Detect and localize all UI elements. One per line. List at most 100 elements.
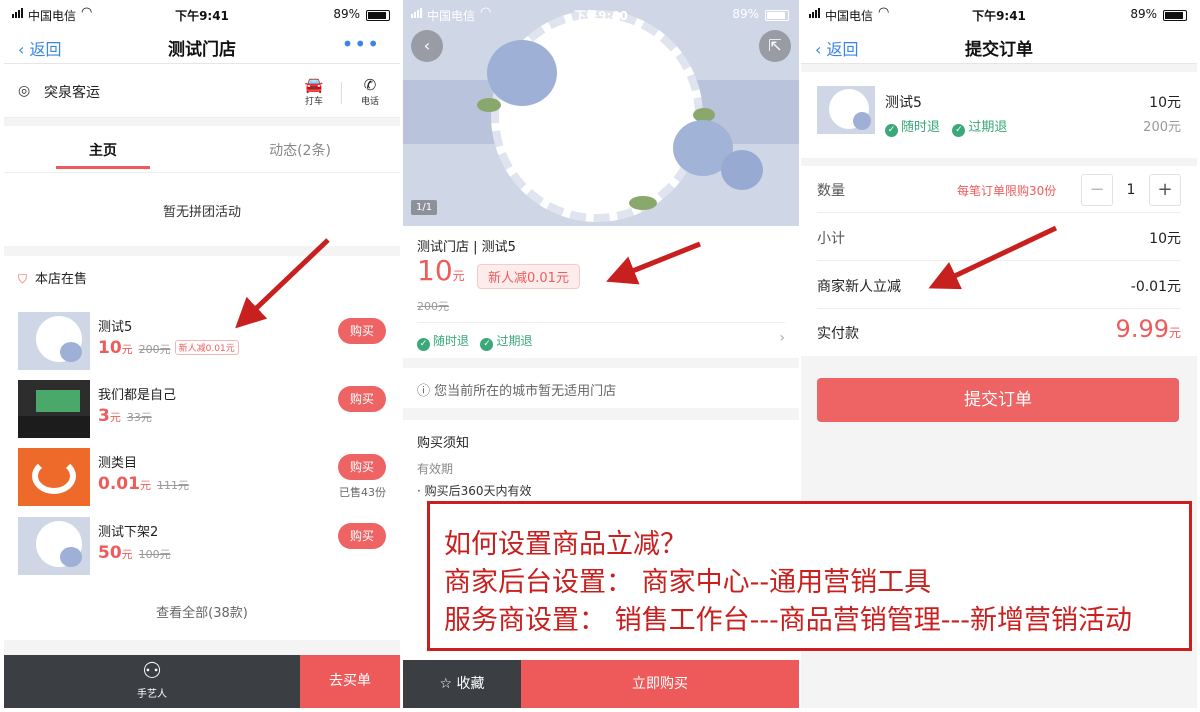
- quantity-label: 数量: [817, 183, 845, 199]
- battery-icon: [765, 10, 789, 21]
- annotation-box: 如何设置商品立减？ 商家后台设置： 商家中心--通用营销工具 服务商设置： 销售…: [427, 501, 1192, 651]
- original-price: 33元: [126, 411, 152, 424]
- product-price: 10元: [417, 254, 465, 287]
- chevron-right-icon[interactable]: ›: [779, 330, 785, 346]
- discount-label: 商家新人立减: [817, 279, 901, 295]
- page-title: 测试门店: [168, 40, 236, 60]
- artisan-label: 手艺人: [137, 689, 167, 700]
- product-price: 3元 33元: [98, 406, 152, 426]
- screenshot-collage: 中国电信 ◠ 下午9:41 89% ‹ 返回 测试门店 ••• ◎ 突泉客运 🚘…: [0, 0, 1200, 712]
- check-icon: ✓: [480, 338, 494, 351]
- annotation-question: 如何设置商品立减？: [444, 529, 687, 560]
- original-price: 200元: [417, 300, 449, 313]
- bottom-bar: ☆ 收藏 立即购买: [403, 660, 799, 708]
- item-price: 10元: [1149, 95, 1181, 111]
- nav-bar: ‹ 返回 提交订单: [801, 30, 1197, 64]
- decrease-button[interactable]: −: [1081, 174, 1113, 206]
- product-thumbnail: [817, 86, 875, 134]
- tab-activity[interactable]: 动态(2条): [230, 140, 370, 160]
- refund-tags[interactable]: ✓ 随时退 ✓ 过期退: [417, 332, 532, 351]
- product-thumbnail: [18, 380, 90, 438]
- tab-home[interactable]: 主页: [56, 140, 150, 160]
- original-price: 200元: [138, 343, 171, 356]
- product-name: 测试下架2: [98, 525, 159, 540]
- star-icon: ☆: [439, 676, 453, 692]
- quantity-row: 数量 每笔订单限购30份 − 1 +: [817, 166, 1181, 213]
- validity-title: 有效期: [417, 462, 454, 476]
- rose-decoration: [487, 40, 557, 106]
- more-icon[interactable]: •••: [342, 32, 380, 56]
- phone-icon: ✆: [363, 76, 377, 94]
- product-name: 我们都是自己: [98, 388, 177, 403]
- active-tab-indicator: [56, 166, 150, 169]
- check-icon: ✓: [417, 338, 430, 351]
- quantity-stepper: − 1 +: [1081, 174, 1181, 206]
- store-address[interactable]: 突泉客运: [44, 82, 100, 102]
- buy-button[interactable]: 购买: [338, 386, 386, 412]
- phone-label: 电话: [360, 97, 379, 107]
- products-on-sale-section: ⛉ 本店在售 测试5 10元 200元 新人减0.01元 购买 我们都是自己 3元 33…: [4, 256, 400, 640]
- bottom-bar: ⚇ 手艺人 去买单: [4, 655, 400, 708]
- product-image-carousel[interactable]: ‹ ⇱ 1/1: [403, 0, 799, 226]
- purchase-limit: 每笔订单限购30份: [957, 184, 1057, 198]
- no-group-buy-message: 暂无拼团活动: [4, 172, 400, 246]
- quantity-value[interactable]: 1: [1113, 174, 1149, 206]
- product-thumbnail: [18, 448, 90, 506]
- artisan-button[interactable]: ⚇ 手艺人: [4, 655, 300, 708]
- favorite-button[interactable]: ☆ 收藏: [403, 660, 521, 708]
- original-price: 111元: [156, 479, 189, 492]
- submit-order-button[interactable]: 提交订单: [817, 378, 1179, 422]
- validity-text: · 购买后360天内有效: [417, 484, 532, 498]
- annotation-merchant-setting: 商家后台设置： 商家中心--通用营销工具: [444, 567, 932, 598]
- buy-now-button[interactable]: 立即购买: [521, 660, 799, 708]
- buy-button[interactable]: 购买: [338, 523, 386, 549]
- store-page-screen: 中国电信 ◠ 下午9:41 89% ‹ 返回 测试门店 ••• ◎ 突泉客运 🚘…: [4, 0, 400, 708]
- product-price: 50元 100元: [98, 543, 171, 563]
- car-icon: 🚘: [304, 76, 324, 94]
- buy-button[interactable]: 购买: [338, 454, 386, 480]
- taxi-button[interactable]: 🚘 打车: [300, 76, 328, 107]
- subtotal-label: 小计: [817, 231, 845, 247]
- check-icon: ✓: [885, 124, 898, 137]
- product-name: 测类目: [98, 456, 138, 471]
- view-all-link[interactable]: 查看全部(38款): [4, 602, 400, 621]
- payment-row: 实付款 9.99元: [817, 309, 1181, 356]
- payment-label: 实付款: [817, 326, 859, 342]
- rose-decoration: [721, 150, 763, 190]
- share-icon[interactable]: ⇱: [759, 30, 791, 62]
- status-bar: 中国电信 ◠ 下午9:41 89%: [4, 0, 400, 30]
- subtotal-row: 小计 10元: [817, 214, 1181, 261]
- section-title: 本店在售: [35, 272, 88, 287]
- original-price: 100元: [138, 548, 171, 561]
- status-bar: 中国电信 ◠ 下午9:41 89%: [801, 0, 1197, 30]
- original-price: 200元: [1143, 120, 1181, 135]
- product-thumbnail: [18, 312, 90, 370]
- product-price: 10元 200元 新人减0.01元: [98, 338, 239, 358]
- divider: [341, 82, 342, 104]
- battery-icon: [1163, 10, 1187, 21]
- product-name: 测试5: [885, 95, 922, 111]
- back-circle-icon[interactable]: ‹: [411, 30, 443, 62]
- divider: [417, 322, 785, 323]
- increase-button[interactable]: +: [1149, 174, 1181, 206]
- new-user-discount-badge: 新人减0.01元: [174, 340, 239, 355]
- buy-button[interactable]: 购买: [338, 318, 386, 344]
- discount-row: 商家新人立减 -0.01元: [817, 262, 1181, 309]
- product-item[interactable]: 测试5 10元 200元 新人减0.01元 购买: [18, 312, 386, 372]
- nav-bar: ‹ 返回 测试门店 •••: [4, 30, 400, 64]
- product-item[interactable]: 测试下架2 50元 100元 购买: [18, 517, 386, 577]
- store-tabs: 主页 动态(2条): [4, 126, 400, 172]
- location-pin-icon: ◎: [18, 83, 31, 99]
- status-bar: 中国电信 ◠ 下午9:40 89%: [403, 0, 799, 30]
- user-icon: ⚇: [142, 659, 162, 684]
- battery-percent: 89%: [333, 7, 360, 21]
- sold-count: 已售43份: [339, 486, 386, 499]
- page-title: 提交订单: [965, 40, 1033, 60]
- pay-bill-button[interactable]: 去买单: [300, 655, 400, 708]
- product-item[interactable]: 我们都是自己 3元 33元 购买: [18, 380, 386, 440]
- call-button[interactable]: ✆ 电话: [356, 76, 384, 107]
- city-notice: ⓘ 您当前所在的城市暂无适用门店: [403, 368, 799, 408]
- product-item[interactable]: 测类目 0.01元 111元 购买 已售43份: [18, 448, 386, 508]
- product-summary: 测试门店 | 测试5 10元 新人减0.01元 200元 ✓ 随时退 ✓ 过期退 ›: [403, 226, 799, 358]
- discount-value: -0.01元: [1130, 279, 1181, 295]
